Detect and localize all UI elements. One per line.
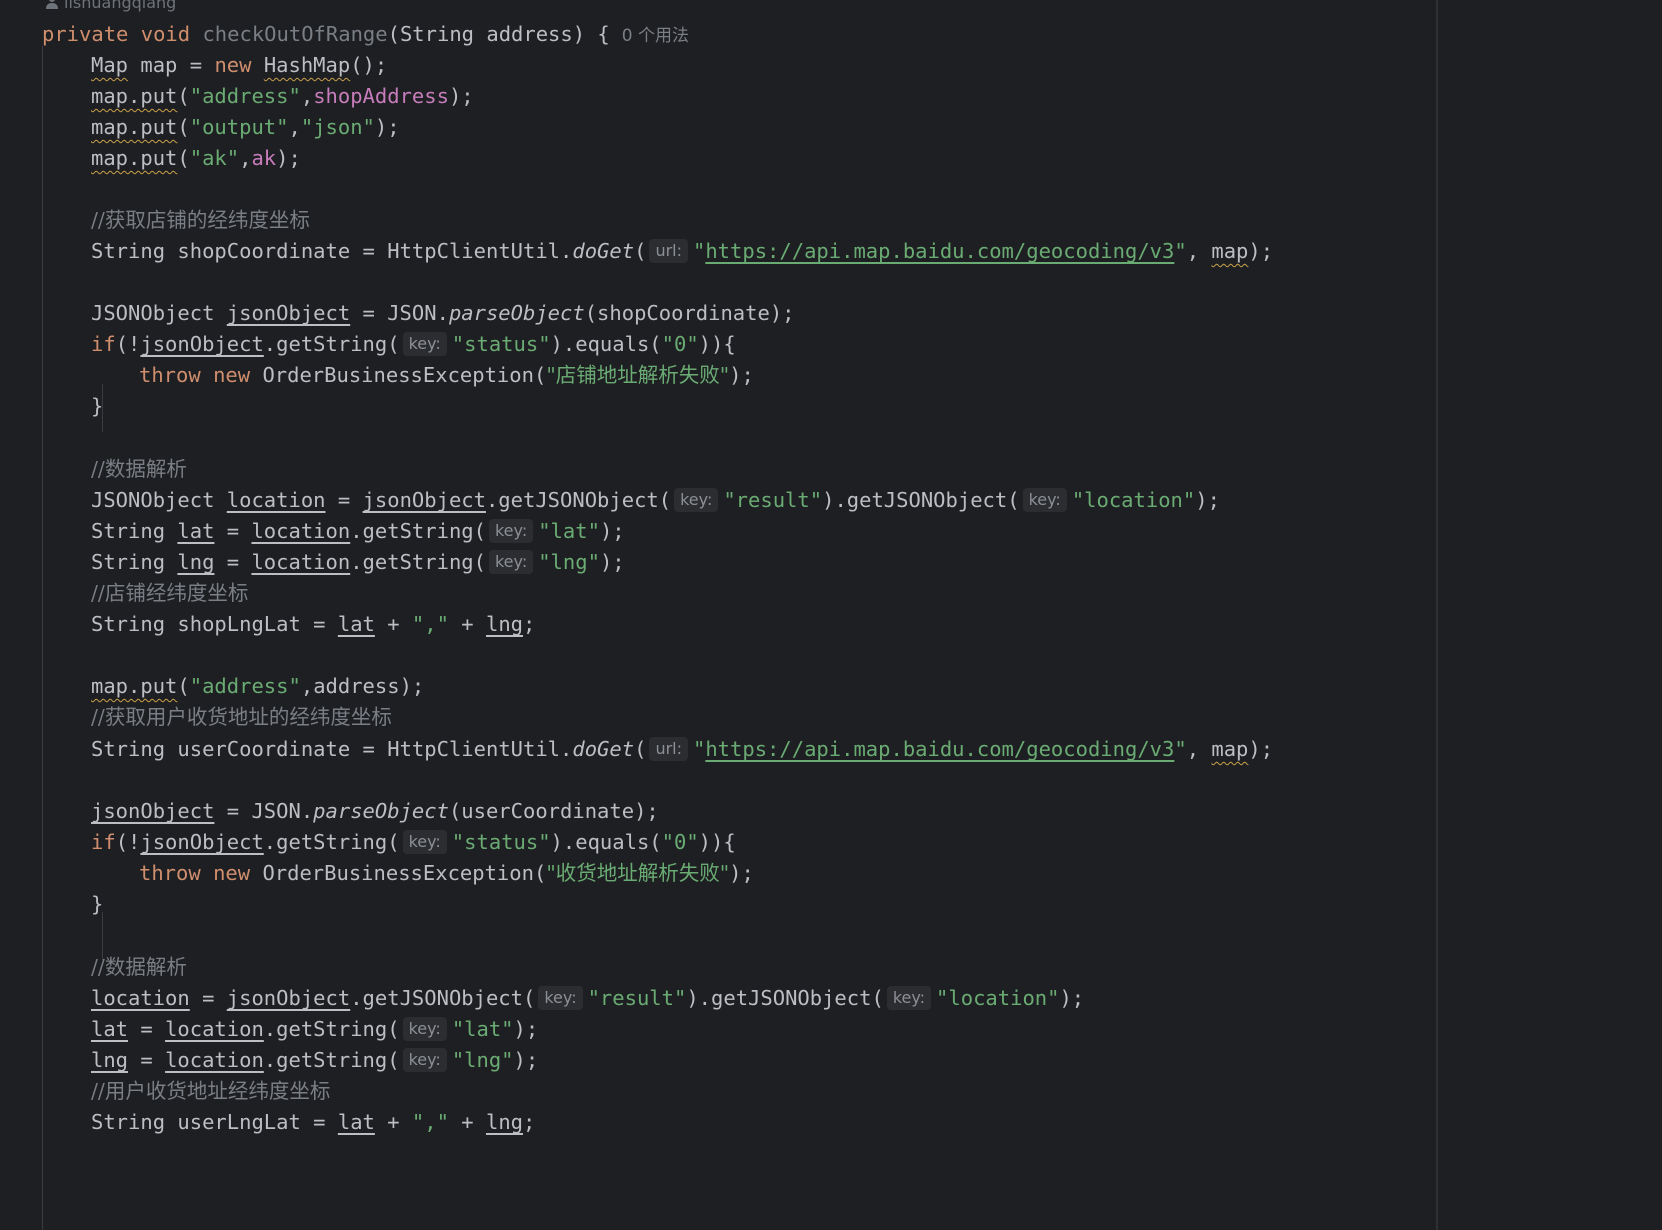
url-link[interactable]: https://api.map.baidu.com/geocoding/v3 <box>705 737 1174 761</box>
inlay-hint-key: key: <box>402 1017 447 1041</box>
code-line[interactable]: } <box>91 390 103 423</box>
right-margin-guide <box>1436 0 1438 1230</box>
code-line[interactable]: String userLngLat = lat + "," + lng; <box>91 1106 535 1139</box>
code-line[interactable]: String lat = location.getString(key: "lat… <box>91 515 625 548</box>
code-line[interactable]: String shopLngLat = lat + "," + lng; <box>91 608 535 641</box>
person-icon <box>46 0 58 9</box>
code-line[interactable]: JSONObject location = jsonObject.getJSON… <box>91 484 1220 517</box>
code-line[interactable]: if(!jsonObject.getString(key: "status").e… <box>91 328 736 361</box>
code-line[interactable]: map.put("ak",ak); <box>91 142 301 175</box>
code-line[interactable]: String shopCoordinate = HttpClientUtil.d… <box>91 235 1273 268</box>
code-line[interactable]: map.put("output","json"); <box>91 111 400 144</box>
usage-count-hint[interactable]: 0 个用法 <box>622 26 689 46</box>
code-line[interactable]: if(!jsonObject.getString(key: "status").e… <box>91 826 736 859</box>
code-line[interactable]: map.put("address",shopAddress); <box>91 80 474 113</box>
code-line[interactable]: String userCoordinate = HttpClientUtil.d… <box>91 733 1273 766</box>
inlay-hint-key: key: <box>402 1048 447 1072</box>
inlay-hint-key: key: <box>674 488 719 512</box>
code-editor[interactable]: lishuangqiang private void checkOutOfRan… <box>0 0 1662 1230</box>
code-comment[interactable]: //用户收货地址经纬度坐标 <box>91 1075 330 1108</box>
inlay-hint-key: key: <box>1022 488 1067 512</box>
url-link[interactable]: https://api.map.baidu.com/geocoding/v3 <box>705 239 1174 263</box>
inlay-hint-key: key: <box>488 519 534 543</box>
code-comment[interactable]: //店铺经纬度坐标 <box>91 577 248 610</box>
code-line[interactable]: throw new OrderBusinessException("收货地址解析… <box>139 857 754 890</box>
code-line[interactable]: JSONObject jsonObject = JSON.parseObject… <box>91 297 795 330</box>
keyword: private <box>42 22 129 46</box>
keyword: void <box>140 22 191 46</box>
inlay-hint-url: url: <box>649 737 688 761</box>
code-line[interactable]: lat = location.getString(key: "lat"); <box>91 1013 538 1046</box>
code-line[interactable]: Map map = new HashMap(); <box>91 49 387 82</box>
code-line[interactable]: lng = location.getString(key: "lng"); <box>91 1044 538 1077</box>
inlay-hint-key: key: <box>538 986 583 1010</box>
inlay-hint-key: key: <box>402 332 447 356</box>
inlay-hint-url: url: <box>649 239 688 263</box>
code-line[interactable]: location = jsonObject.getJSONObject(key:… <box>91 982 1084 1015</box>
method-name: checkOutOfRange <box>202 22 388 46</box>
author-name: lishuangqiang <box>64 0 177 12</box>
code-comment[interactable]: //获取店铺的经纬度坐标 <box>91 204 310 237</box>
code-comment[interactable]: //数据解析 <box>91 951 187 984</box>
inlay-hint-key: key: <box>886 986 932 1010</box>
code-line[interactable]: throw new OrderBusinessException("店铺地址解析… <box>139 359 754 392</box>
code-comment[interactable]: //数据解析 <box>91 453 187 486</box>
indent-guide <box>42 46 43 1230</box>
code-line[interactable]: jsonObject = JSON.parseObject(userCoordi… <box>91 795 659 828</box>
code-line[interactable]: String lng = location.getString(key: "lng… <box>91 546 625 579</box>
code-line-method-signature[interactable]: private void checkOutOfRange(String addr… <box>42 18 689 51</box>
code-comment[interactable]: //获取用户收货地址的经纬度坐标 <box>91 701 392 734</box>
inlay-hint-key: key: <box>402 830 447 854</box>
inlay-hint-key: key: <box>488 550 534 574</box>
author-inlay[interactable]: lishuangqiang <box>46 0 176 14</box>
code-line[interactable]: map.put("address",address); <box>91 670 424 703</box>
code-line[interactable]: } <box>91 888 103 921</box>
